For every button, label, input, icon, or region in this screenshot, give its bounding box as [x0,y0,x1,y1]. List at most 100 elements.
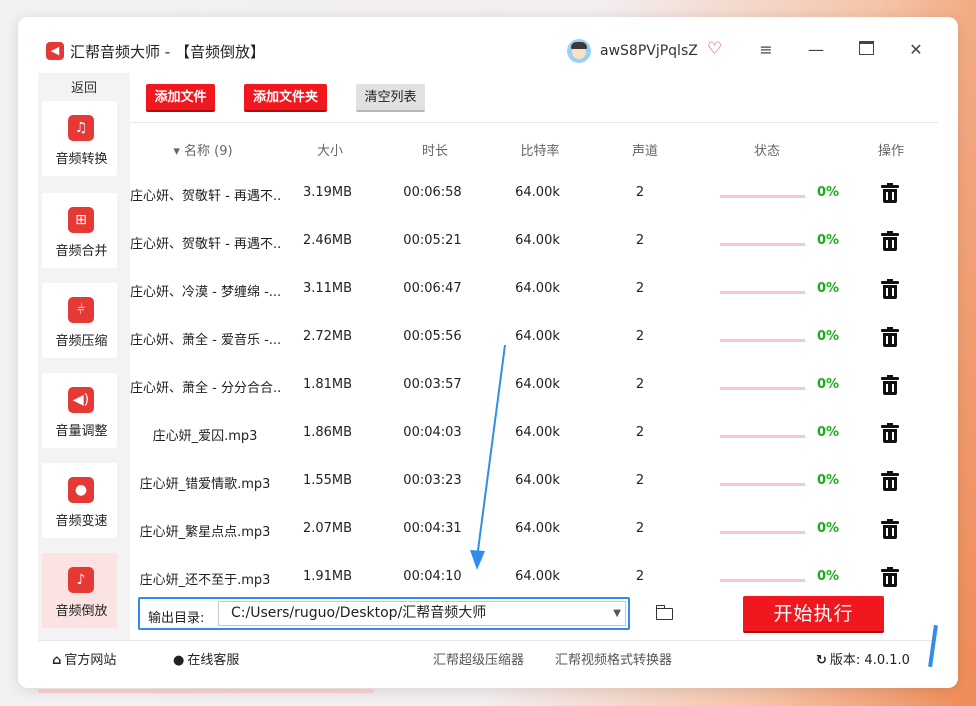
output-label: 输出目录: [148,611,205,626]
progress-bar [720,531,805,534]
file-size: 2.46MB [302,233,353,248]
file-duration: 00:04:31 [403,521,462,536]
online-support-link[interactable]: ● 在线客服 [173,649,239,668]
file-duration: 00:04:03 [403,425,462,440]
delete-icon[interactable] [881,519,899,539]
delete-icon[interactable] [881,183,899,203]
delete-icon[interactable] [881,471,899,491]
progress-bar [720,243,805,246]
back-button[interactable]: 返回 [38,77,130,96]
progress-percent: 0% [816,473,840,488]
table-row[interactable]: 庄心妍、萧全 - 爱音乐 -... 2.72MB 00:05:56 64.00k… [130,313,940,361]
table-row[interactable]: 庄心妍、贺敬轩 - 再遇不... 3.19MB 00:06:58 64.00k … [130,169,940,217]
progress-bar [720,195,805,198]
delete-icon[interactable] [881,231,899,251]
footer-link-video-converter[interactable]: 汇帮视频格式转换器 [555,649,672,668]
table-row[interactable]: 庄心妍、萧全 - 分分合合... 1.81MB 00:03:57 64.00k … [130,361,940,409]
progress-percent: 0% [816,425,840,440]
output-path-value: C:/Users/ruguo/Desktop/汇帮音频大师 [231,605,487,621]
sidebar-item-audio-merge[interactable]: ⊞ 音频合并 [42,193,117,268]
delete-icon[interactable] [881,423,899,443]
file-duration: 00:05:56 [403,329,462,344]
file-name: 庄心妍_爱囚.mp3 [152,429,258,444]
column-header-size: 大小 [316,144,343,159]
version-info[interactable]: ↻ 版本: 4.0.1.0 [816,649,910,668]
progress-bar [720,579,805,582]
close-button[interactable]: ✕ [906,41,926,59]
audio-merge-icon: ⊞ [68,207,94,233]
delete-icon[interactable] [881,567,899,587]
footer-support-label: 在线客服 [187,653,240,668]
progress-bar [720,291,805,294]
vip-diamond-icon[interactable]: ♡ [707,39,722,59]
file-size: 2.72MB [302,329,353,344]
progress-bar [720,387,805,390]
official-website-link[interactable]: ⌂ 官方网站 [52,649,116,668]
audio-convert-icon: ♫ [68,115,94,141]
file-duration: 00:06:47 [403,281,462,296]
sidebar-item-audio-speed[interactable]: ● 音频变速 [42,463,117,538]
file-bitrate: 64.00k [515,329,560,344]
delete-icon[interactable] [881,327,899,347]
start-button[interactable]: 开始执行 [743,596,884,633]
reverse-icon: ♪ [68,567,94,593]
file-name: 庄心妍_繁星点点.mp3 [139,525,271,540]
progress-bar [720,339,805,342]
file-channels: 2 [635,281,645,296]
app-window: ◀ 汇帮音频大师 - 【音频倒放】 awS8PVjPqlsZ ♡ ≡ — ✕ 返… [18,17,958,688]
file-bitrate: 64.00k [515,569,560,584]
file-size: 1.81MB [302,377,353,392]
add-folder-button[interactable]: 添加文件夹 [244,84,327,112]
column-header-name[interactable]: ▾ 名称 (9) [158,140,248,159]
menu-icon[interactable]: ≡ [756,41,776,59]
file-channels: 2 [635,329,645,344]
progress-percent: 0% [816,185,840,200]
footer-link-compressor[interactable]: 汇帮超级压缩器 [433,649,524,668]
progress-percent: 0% [816,329,840,344]
output-directory-box: 输出目录: C:/Users/ruguo/Desktop/汇帮音频大师 ▼ [138,597,630,630]
file-duration: 00:03:57 [403,377,462,392]
decoration-strip [38,689,374,693]
file-bitrate: 64.00k [515,185,560,200]
sidebar-item-label: 音频转换 [55,152,108,167]
sidebar-item-audio-reverse[interactable]: ♪ 音频倒放 [42,553,117,628]
chevron-down-icon[interactable]: ▼ [613,602,621,625]
add-file-button[interactable]: 添加文件 [146,84,215,112]
minimize-button[interactable]: — [806,41,826,59]
file-name: 庄心妍、萧全 - 分分合合... [130,381,280,396]
file-channels: 2 [635,377,645,392]
table-row[interactable]: 庄心妍_爱囚.mp3 1.86MB 00:04:03 64.00k 2 0% [130,409,940,457]
maximize-button[interactable] [856,41,876,59]
sidebar-item-volume-adjust[interactable]: ◀) 音量调整 [42,373,117,448]
version-label: 版本: 4.0.1.0 [829,653,910,668]
sidebar-item-audio-convert[interactable]: ♫ 音频转换 [42,101,117,176]
file-channels: 2 [635,521,645,536]
file-bitrate: 64.00k [515,521,560,536]
progress-bar [720,483,805,486]
mode-title: - 【音频倒放】 [160,43,265,61]
delete-icon[interactable] [881,375,899,395]
table-row[interactable]: 庄心妍_繁星点点.mp3 2.07MB 00:04:31 64.00k 2 0% [130,505,940,553]
table-row[interactable]: 庄心妍_还不至于.mp3 1.91MB 00:04:10 64.00k 2 0% [130,553,940,587]
file-bitrate: 64.00k [515,281,560,296]
sidebar-item-label: 音频变速 [55,514,108,529]
file-name: 庄心妍_错爱情歌.mp3 [139,477,271,492]
username[interactable]: awS8PVjPqlsZ [600,43,698,59]
file-channels: 2 [635,425,645,440]
file-size: 1.55MB [302,473,353,488]
file-duration: 00:05:21 [403,233,462,248]
table-row[interactable]: 庄心妍、冷漠 - 梦缠绵 -... 3.11MB 00:06:47 64.00k… [130,265,940,313]
file-bitrate: 64.00k [515,233,560,248]
folder-icon[interactable] [656,605,674,620]
speed-icon: ● [68,477,94,503]
table-row[interactable]: 庄心妍、贺敬轩 - 再遇不... 2.46MB 00:05:21 64.00k … [130,217,940,265]
clear-list-button[interactable]: 清空列表 [356,84,425,112]
delete-icon[interactable] [881,279,899,299]
table-row[interactable]: 庄心妍_错爱情歌.mp3 1.55MB 00:03:23 64.00k 2 0% [130,457,940,505]
sidebar-item-label: 音频倒放 [55,604,108,619]
avatar[interactable] [567,39,591,63]
sidebar-item-audio-compress[interactable]: ⫩ 音频压缩 [42,283,117,358]
output-path-select[interactable]: C:/Users/ruguo/Desktop/汇帮音频大师 ▼ [218,601,626,626]
progress-percent: 0% [816,233,840,248]
sidebar-item-label: 音频合并 [55,244,108,259]
